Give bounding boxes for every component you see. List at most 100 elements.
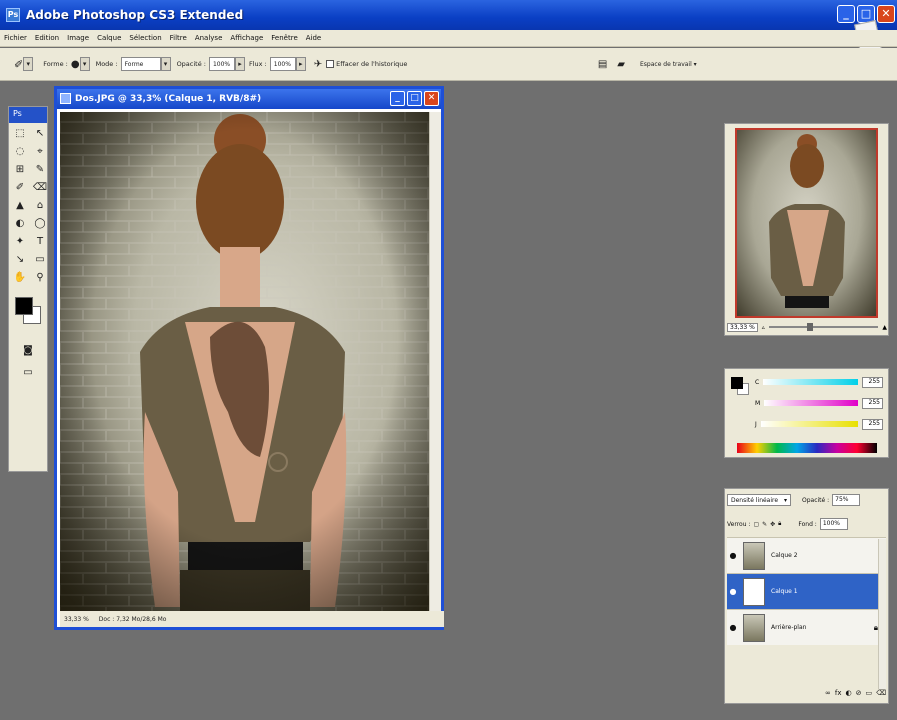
magic-wand-tool-icon[interactable]: ⌖ [31, 144, 49, 160]
navigator-controls: 33,33 % ▵ ▲ [727, 321, 887, 333]
move-tool-icon[interactable]: ↖ [31, 126, 49, 142]
image-canvas[interactable] [60, 112, 430, 612]
brush-preview-icon[interactable]: ● [71, 59, 80, 70]
eye-icon[interactable]: ● [727, 551, 739, 560]
navigator-thumbnail[interactable] [735, 128, 878, 318]
blur-tool-icon[interactable]: ◯ [31, 216, 49, 232]
chevron-down-icon: ▾ [783, 496, 787, 504]
hand-tool-icon[interactable]: ✋ [11, 270, 29, 286]
lock-pixels-icon[interactable]: ✎ [762, 521, 767, 528]
menu-analyse[interactable]: Analyse [191, 34, 227, 42]
link-layers-icon[interactable]: ∞ [825, 689, 831, 701]
close-button[interactable]: ✕ [877, 5, 895, 23]
crop-tool-icon[interactable]: ⊞ [11, 162, 29, 178]
color-panel-foreground-swatch[interactable] [731, 377, 743, 389]
layers-scrollbar[interactable] [878, 539, 886, 689]
menu-aide[interactable]: Aide [302, 34, 325, 42]
layer-name: Arrière-plan [771, 624, 807, 631]
screen-mode-icon[interactable]: ▭ [19, 365, 37, 381]
document-minimize-button[interactable]: _ [390, 91, 405, 106]
flow-dropdown[interactable]: ▸ [295, 57, 306, 71]
document-zoom-value[interactable]: 33,33 % [64, 616, 89, 623]
color-j-value[interactable]: 255 [861, 418, 883, 430]
menu-affichage[interactable]: Affichage [226, 34, 267, 42]
mode-select[interactable]: Forme [120, 57, 161, 71]
mode-dropdown[interactable]: ▾ [160, 57, 171, 71]
zoom-in-icon[interactable]: ▲ [882, 324, 887, 331]
layer-row[interactable]: ● Calque 2 [727, 537, 886, 573]
lock-all-icon[interactable]: 🔒︎ [778, 520, 781, 528]
brush-picker-dropdown[interactable]: ▾ [79, 57, 90, 71]
brush-tool-icon[interactable]: ✐ [11, 180, 29, 196]
workspace-menu[interactable]: Espace de travail ▾ [637, 57, 707, 71]
menu-filtre[interactable]: Filtre [166, 34, 191, 42]
navigator-panel: 33,33 % ▵ ▲ [724, 123, 889, 336]
lasso-tool-icon[interactable]: ◌ [11, 144, 29, 160]
history-brush-tool-icon[interactable]: ⌂ [31, 198, 49, 214]
document-vertical-scrollbar[interactable] [429, 112, 441, 612]
color-m-value[interactable]: 255 [862, 397, 883, 409]
layer-opacity-input[interactable]: 75% [832, 494, 861, 506]
tools-panel-header: Ps [9, 107, 47, 123]
delete-layer-icon[interactable]: ⌫ [876, 689, 886, 701]
marquee-tool-icon[interactable]: ⬚ [11, 126, 29, 142]
shape-tool-icon[interactable]: ▭ [31, 252, 49, 268]
layer-mask-icon[interactable]: ◐ [845, 689, 851, 701]
lock-position-icon[interactable]: ✥ [770, 521, 775, 528]
color-c-slider[interactable] [763, 379, 858, 385]
tool-preset-dropdown[interactable]: ▾ [23, 57, 34, 71]
lock-transparency-icon[interactable]: ▢ [753, 521, 759, 528]
stamp-tool-icon[interactable]: ▲ [11, 198, 29, 214]
foreground-color-swatch[interactable] [15, 297, 33, 315]
layer-row[interactable]: ● Arrière-plan 🔒︎ [727, 609, 886, 645]
zoom-out-icon[interactable]: ▵ [762, 324, 765, 331]
pen-tool-icon[interactable]: ✦ [11, 234, 29, 250]
fill-input[interactable]: 100% [819, 518, 848, 530]
mode-label: Mode : [95, 60, 118, 68]
eraser-tool-icon[interactable]: ✐ [14, 58, 23, 71]
adjustment-layer-icon[interactable]: ⊘ [856, 689, 862, 701]
menu-fichier[interactable]: Fichier [0, 34, 31, 42]
eye-icon[interactable]: ● [727, 587, 739, 596]
color-c-value[interactable]: 255 [861, 376, 883, 388]
layer-thumbnail [743, 541, 765, 570]
opacity-dropdown[interactable]: ▸ [234, 57, 245, 71]
document-close-button[interactable]: ✕ [424, 91, 439, 106]
erase-history-checkbox[interactable] [326, 60, 335, 68]
eyedropper-tool-icon[interactable]: ✎ [31, 162, 49, 178]
menu-edition[interactable]: Edition [31, 34, 63, 42]
document-icon[interactable]: ▤ [598, 59, 607, 70]
type-tool-icon[interactable]: T [31, 234, 49, 250]
color-j-slider[interactable] [760, 421, 858, 427]
eye-icon[interactable]: ● [727, 623, 739, 632]
brush-label: Forme : [43, 60, 68, 68]
document-maximize-button[interactable]: □ [407, 91, 422, 106]
layer-thumbnail [743, 577, 765, 606]
flow-input[interactable]: 100% [269, 57, 296, 71]
menu-fenetre[interactable]: Fenêtre [267, 34, 301, 42]
blend-mode-select[interactable]: Densité linéaire ▾ [727, 494, 791, 506]
document-title-bar[interactable]: Dos.JPG @ 33,3% (Calque 1, RVB/8#) _ □ ✕ [57, 89, 441, 109]
layer-style-icon[interactable]: fx [835, 689, 842, 701]
opacity-input[interactable]: 100% [208, 57, 235, 71]
layer-row[interactable]: ● Calque 1 [727, 573, 886, 609]
color-row-m: M 255 [755, 396, 883, 410]
quick-mask-icon[interactable]: ◙ [19, 343, 37, 359]
color-m-slider[interactable] [764, 400, 859, 406]
airbrush-icon[interactable]: ✈ [314, 59, 322, 70]
menu-calque[interactable]: Calque [93, 34, 125, 42]
minimize-button[interactable]: _ [837, 5, 855, 23]
path-selection-tool-icon[interactable]: ↘ [11, 252, 29, 268]
document-info[interactable]: Doc : 7,32 Mo/28,6 Mo [99, 616, 167, 623]
dodge-tool-icon[interactable]: ◐ [11, 216, 29, 232]
new-layer-icon[interactable]: ▭ [865, 689, 872, 701]
color-spectrum-bar[interactable] [737, 443, 877, 453]
eraser-tool-icon-panel[interactable]: ⌫ [31, 180, 49, 196]
zoom-tool-icon[interactable]: ⚲ [31, 270, 49, 286]
navigator-zoom-slider[interactable] [768, 323, 879, 331]
navigator-zoom-input[interactable]: 33,33 % [727, 322, 758, 332]
bridge-icon[interactable]: ▰ [617, 59, 625, 70]
menu-selection[interactable]: Sélection [125, 34, 165, 42]
menu-image[interactable]: Image [63, 34, 93, 42]
photoshop-logo-icon: Ps [6, 8, 20, 22]
